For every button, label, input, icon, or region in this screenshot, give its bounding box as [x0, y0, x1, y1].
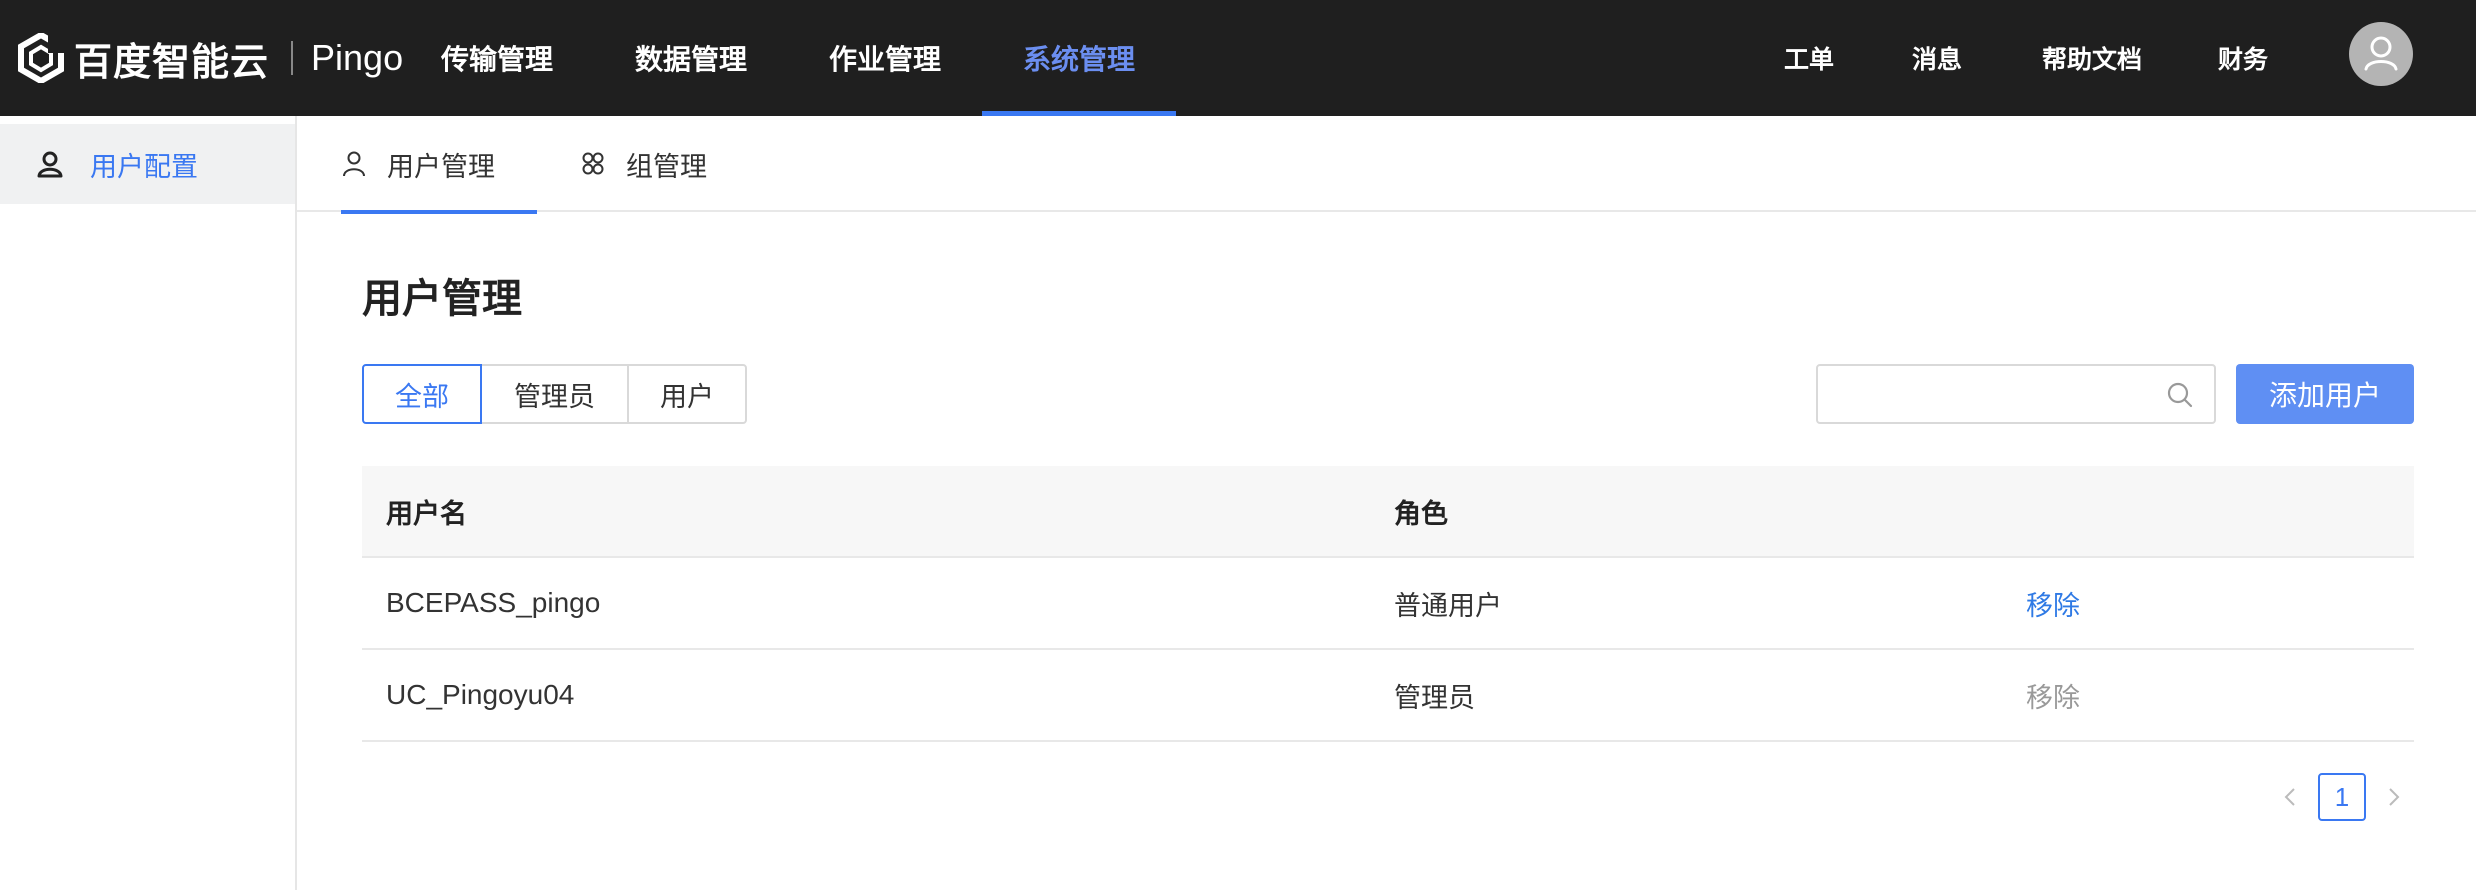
sidebar-item-label: 用户配置 — [90, 151, 198, 183]
sidebar: 用户配置 — [0, 116, 297, 890]
sidebar-item-user-config[interactable]: 用户配置 — [0, 124, 295, 204]
group-icon — [582, 152, 604, 175]
nav-finance-link[interactable]: 财务 — [2218, 40, 2268, 76]
chevron-right-icon — [2389, 788, 2400, 806]
tab-group-management[interactable]: 组管理 — [580, 116, 707, 212]
brand-logo[interactable]: 百度智能云 Pingo — [18, 30, 403, 86]
top-navigation-bar: 百度智能云 Pingo 传输管理 数据管理 作业管理 系统管理 工单 消息 帮助… — [0, 0, 2476, 116]
brand-divider — [291, 41, 294, 75]
tab-label: 组管理 — [626, 151, 707, 183]
prev-page-button[interactable] — [2270, 772, 2310, 822]
page-title: 用户管理 — [362, 276, 522, 322]
table-row: BCEPASS_pingo 普通用户 移除 — [362, 558, 2414, 650]
cell-role: 普通用户 — [1394, 590, 1502, 622]
cell-role: 管理员 — [1394, 682, 1475, 714]
user-table: 用户名 角色 BCEPASS_pingo 普通用户 移除 UC_Pingoyu0… — [362, 466, 2414, 742]
main-navigation: 传输管理 数据管理 作业管理 系统管理 — [400, 0, 1176, 116]
product-name: Pingo — [311, 37, 404, 78]
add-user-button[interactable]: 添加用户 — [2236, 364, 2414, 424]
nav-system-management[interactable]: 系统管理 — [982, 0, 1176, 116]
nav-messages-link[interactable]: 消息 — [1912, 40, 1962, 76]
column-header-role: 角色 — [1394, 498, 1448, 530]
nav-data-management[interactable]: 数据管理 — [594, 0, 788, 116]
remove-user-link[interactable]: 移除 — [2026, 558, 2080, 648]
search-icon[interactable] — [2166, 381, 2194, 409]
cell-username: UC_Pingoyu04 — [386, 679, 575, 710]
table-header: 用户名 角色 — [362, 466, 2414, 558]
nav-job-management[interactable]: 作业管理 — [788, 0, 982, 116]
search-input[interactable] — [1832, 374, 2152, 414]
pagination: 1 — [2270, 772, 2414, 822]
table-row: UC_Pingoyu04 管理员 移除 — [362, 650, 2414, 742]
role-filter-group: 全部 管理员 用户 — [362, 364, 747, 424]
column-header-username: 用户名 — [386, 498, 467, 530]
filter-user-button[interactable]: 用户 — [627, 364, 747, 424]
user-icon — [37, 151, 63, 178]
cell-username: BCEPASS_pingo — [386, 587, 601, 618]
filter-admin-button[interactable]: 管理员 — [480, 364, 629, 424]
nav-ticket-link[interactable]: 工单 — [1784, 40, 1834, 76]
search-box — [1816, 364, 2216, 424]
remove-user-link-disabled: 移除 — [2026, 682, 2080, 714]
baidu-cloud-logo-icon — [18, 33, 64, 83]
nav-transfer-management[interactable]: 传输管理 — [400, 0, 594, 116]
tab-user-management[interactable]: 用户管理 — [341, 116, 537, 214]
tab-label: 用户管理 — [387, 151, 495, 183]
filter-all-button[interactable]: 全部 — [362, 364, 482, 424]
tab-bar: 用户管理 组管理 — [297, 116, 2476, 214]
nav-help-docs-link[interactable]: 帮助文档 — [2042, 40, 2142, 76]
user-outline-icon — [343, 151, 365, 177]
next-page-button[interactable] — [2374, 772, 2414, 822]
user-avatar[interactable] — [2349, 22, 2413, 86]
avatar-person-icon — [2364, 36, 2398, 71]
chevron-left-icon — [2284, 788, 2295, 806]
page-number-button[interactable]: 1 — [2318, 773, 2366, 821]
brand-name: 百度智能云 — [74, 39, 270, 84]
